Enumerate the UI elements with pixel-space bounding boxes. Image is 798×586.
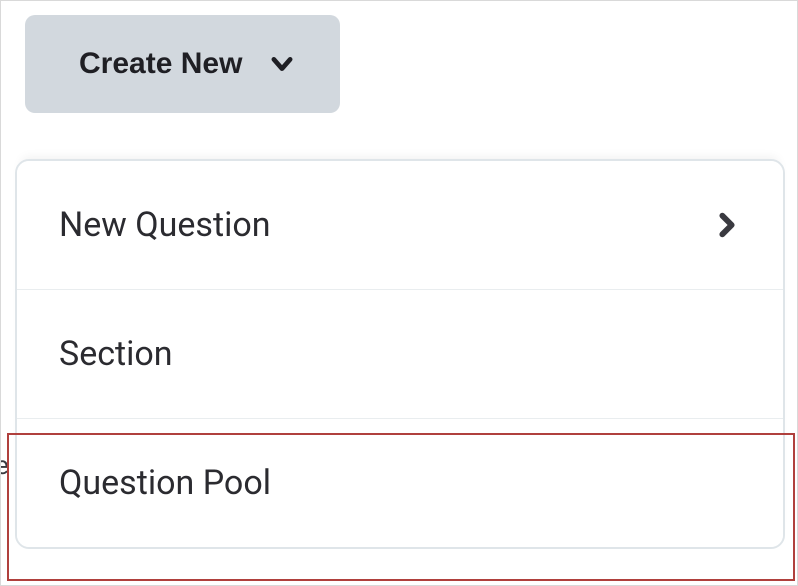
chevron-down-icon xyxy=(268,50,296,78)
menu-item-label: Question Pool xyxy=(59,463,271,503)
create-new-dropdown: New Question Section Question Pool xyxy=(15,159,785,549)
menu-item-section[interactable]: Section xyxy=(17,290,783,419)
create-new-button[interactable]: Create New xyxy=(25,15,340,113)
menu-item-new-question[interactable]: New Question xyxy=(17,161,783,290)
chevron-right-icon xyxy=(713,211,741,239)
menu-item-question-pool[interactable]: Question Pool xyxy=(17,419,783,547)
menu-item-label: New Question xyxy=(59,205,271,245)
menu-item-label: Section xyxy=(59,334,173,374)
create-new-label: Create New xyxy=(79,47,242,81)
background-text-fragment: e xyxy=(0,451,9,481)
